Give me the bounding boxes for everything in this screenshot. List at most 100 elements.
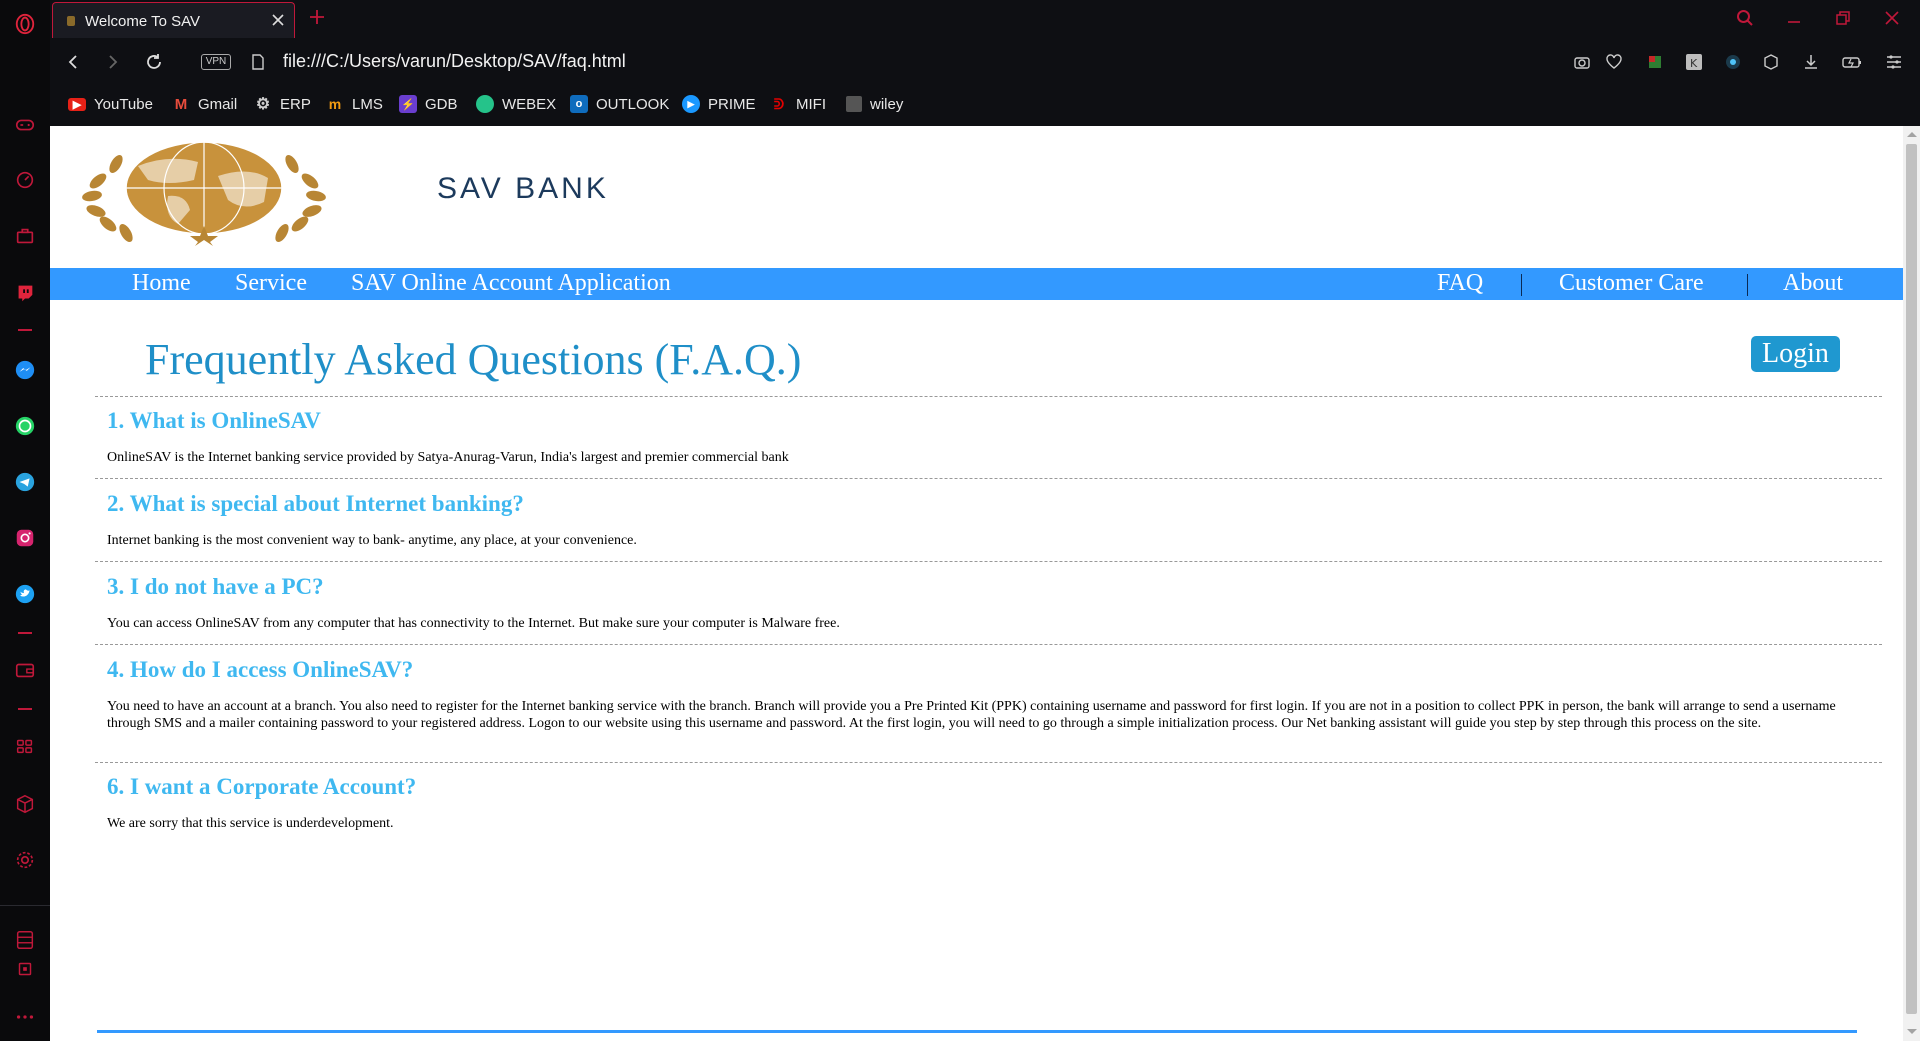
sidebar-divider [18,632,32,634]
gamepad-icon[interactable] [13,113,37,137]
nav-divider [1521,274,1522,296]
page-viewport: SAV BANK Home Service SAV Online Account… [50,126,1903,1041]
memory-icon[interactable] [13,928,37,952]
box-icon[interactable] [1760,51,1782,73]
nav-online-account-application[interactable]: SAV Online Account Application [351,270,671,297]
bookmarks-bar: ▶ YouTube M Gmail ⚙ ERP m LMS ⚡ GDB WEBE… [50,90,1920,118]
cube-icon[interactable] [13,792,37,816]
bookmark-lms[interactable]: m LMS [326,92,383,116]
bookmark-label: WEBEX [502,95,557,113]
bookmark-label: GDB [425,95,458,113]
heart-icon[interactable] [1603,51,1625,73]
tab-active[interactable]: Welcome To SAV [52,2,295,38]
url-field[interactable]: file:///C:/Users/varun/Desktop/SAV/faq.h… [283,51,626,72]
restore-icon[interactable] [1830,6,1856,30]
close-tab-icon[interactable] [268,10,288,30]
page-info-icon[interactable] [246,50,270,74]
messenger-icon[interactable] [13,358,37,382]
download-icon[interactable] [1800,51,1822,73]
whatsapp-icon[interactable] [13,414,37,438]
wiley-icon [846,96,862,112]
grid-icon[interactable] [13,734,37,758]
login-button[interactable]: Login [1751,336,1840,372]
snapshot-icon[interactable] [1571,51,1593,73]
nav-service[interactable]: Service [235,270,307,297]
new-tab-button[interactable] [306,6,328,28]
svg-text:K: K [1690,57,1698,70]
bookmark-label: PRIME [708,95,756,113]
sidebar-divider [18,708,32,710]
brand-name: SAV BANK [437,172,609,205]
faq-divider [95,644,1882,645]
twitch-icon[interactable] [13,281,37,305]
browser-sidebar [0,0,50,1041]
faq-question: 1. What is OnlineSAV [107,408,321,433]
tab-favicon-icon [67,16,75,26]
footer-divider [97,1030,1857,1033]
faq-divider [95,561,1882,562]
close-window-icon[interactable] [1879,6,1905,30]
bookmark-gmail[interactable]: M Gmail [172,92,237,116]
reload-icon[interactable] [142,50,166,74]
airtel-icon: ᕲ [773,95,785,112]
scroll-up-arrow-icon[interactable] [1907,132,1917,137]
outlook-icon: o [570,95,588,113]
cpu-icon[interactable] [13,957,37,981]
settings-gear-icon[interactable] [13,848,37,872]
bookmark-prime[interactable]: ▶ PRIME [682,92,756,116]
briefcase-icon[interactable] [13,224,37,248]
battery-icon[interactable] [1841,51,1863,73]
nav-home[interactable]: Home [132,270,191,297]
extension-k-icon[interactable]: K [1683,51,1705,73]
telegram-icon[interactable] [13,470,37,494]
webex-icon [476,95,494,113]
bookmark-wiley[interactable]: wiley [846,92,903,116]
minimize-icon[interactable] [1781,6,1807,30]
bookmark-youtube[interactable]: ▶ YouTube [68,92,153,116]
vpn-badge[interactable]: VPN [201,54,231,70]
search-tabs-icon[interactable] [1732,6,1758,30]
opera-logo-icon[interactable] [13,12,37,36]
address-bar: VPN file:///C:/Users/varun/Desktop/SAV/f… [50,42,1920,82]
faq-question: 3. I do not have a PC? [107,574,324,599]
bookmark-label: LMS [352,95,383,113]
more-icon[interactable] [13,1005,37,1029]
bookmark-label: ERP [280,95,311,113]
nav-customer-care[interactable]: Customer Care [1559,270,1704,297]
youtube-icon: ▶ [68,97,86,111]
main-navbar: Home Service SAV Online Account Applicat… [50,268,1903,300]
tab-bar: Welcome To SAV [50,0,1920,38]
faq-divider [95,396,1882,397]
bank-logo [68,136,340,246]
bookmark-label: YouTube [94,95,153,113]
faq-answer: We are sorry that this service is underd… [107,816,394,831]
faq-question: 6. I want a Corporate Account? [107,774,417,799]
scroll-thumb[interactable] [1906,144,1917,1014]
nav-about[interactable]: About [1783,270,1843,297]
forward-icon[interactable] [100,50,124,74]
bookmark-gdb[interactable]: ⚡ GDB [399,92,458,116]
back-icon[interactable] [62,50,86,74]
faq-divider [95,478,1882,479]
wallet-icon[interactable] [13,658,37,682]
lms-icon: m [328,96,342,112]
easy-setup-icon[interactable] [1883,51,1905,73]
faq-answer: You need to have an account at a branch.… [107,699,1836,731]
page-scrollbar[interactable] [1903,126,1920,1041]
nav-divider [1747,274,1748,296]
extension-cube-icon[interactable] [1644,51,1666,73]
bookmark-erp[interactable]: ⚙ ERP [254,92,311,116]
speedometer-icon[interactable] [13,168,37,192]
bookmark-label: MIFI [796,95,826,113]
bookmark-webex[interactable]: WEBEX [476,92,556,116]
bookmark-mifi[interactable]: ᕲ MIFI [770,92,826,116]
scroll-down-arrow-icon[interactable] [1907,1029,1917,1034]
extension-circle-icon[interactable] [1722,51,1744,73]
bookmark-outlook[interactable]: o OUTLOOK [570,92,669,116]
nav-faq[interactable]: FAQ [1437,270,1483,297]
gmail-icon: M [174,95,188,113]
instagram-icon[interactable] [13,526,37,550]
faq-answer: OnlineSAV is the Internet banking servic… [107,450,789,465]
tab-title: Welcome To SAV [85,13,201,30]
twitter-icon[interactable] [13,582,37,606]
